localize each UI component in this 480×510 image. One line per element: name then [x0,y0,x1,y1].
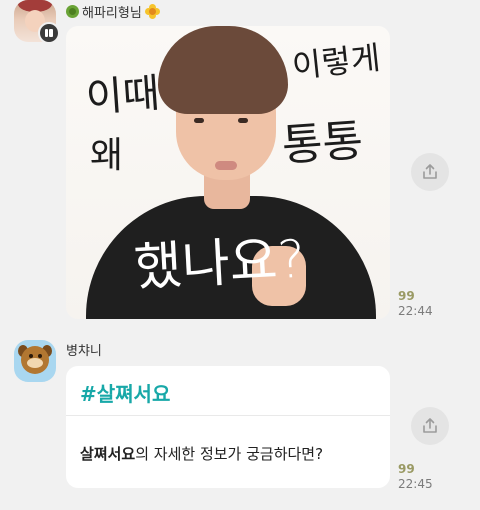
sender-avatar-2[interactable] [14,340,56,382]
handwriting-line1: 이때 [84,70,162,122]
profile-badge-icon [38,22,60,44]
share-button-2[interactable] [411,407,449,445]
card-divider [66,415,390,416]
share-icon [423,164,437,179]
read-count-1: 99 [398,289,415,303]
share-button-1[interactable] [411,153,449,191]
card-description: 살쪄서요의 자세한 정보가 궁금하다면? [80,445,324,463]
sender-name-2: 병챠니 [66,344,102,359]
read-count-2: 99 [398,462,415,476]
message-meta-2: 99 22:45 [398,462,433,492]
sunflower-emoji-icon [144,4,160,19]
virus-emoji-icon [66,5,79,18]
message-time-1: 22:44 [398,304,433,318]
message-time-2: 22:45 [398,477,433,491]
card-hashtag[interactable]: #살쪄서요 [80,378,170,407]
message-meta-1: 99 22:44 [398,289,433,319]
photo-message[interactable]: 이때 왜 이렇게 통통 했나요? [66,26,390,319]
share-icon [423,418,437,433]
handwriting-line4: 통통 [280,115,365,172]
handwriting-line5: 했나요? [132,229,307,299]
hashtag-card[interactable]: #살쪄서요 살쪄서요의 자세한 정보가 궁금하다면? [66,366,390,488]
sender-name-1: 해파리형님 [66,2,160,21]
handwriting-line2: 왜 [90,135,124,176]
photo-hair [158,26,288,114]
handwriting-line3: 이렇게 [290,38,383,86]
